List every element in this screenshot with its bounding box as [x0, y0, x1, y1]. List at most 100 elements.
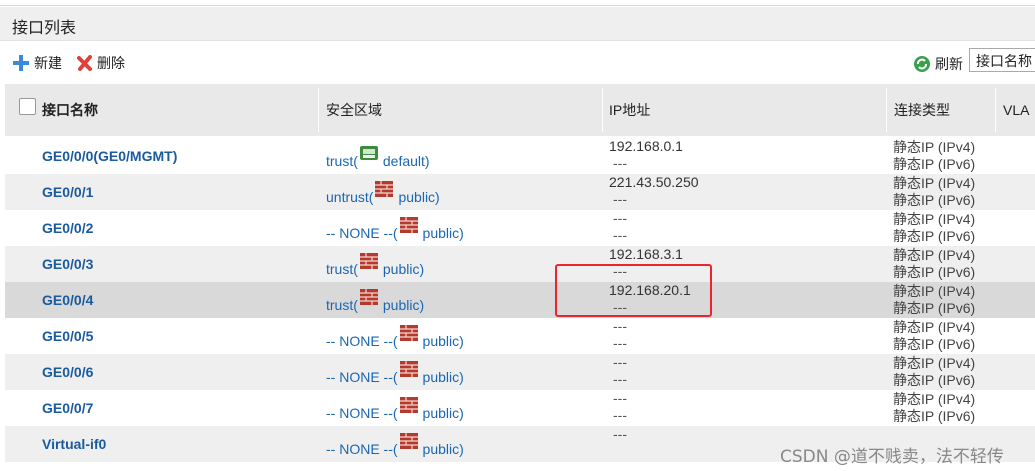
interface-name-link[interactable]: Virtual-if0 — [42, 426, 106, 462]
connection-type-cell: 静态IP (IPv4) 静态IP (IPv6) — [893, 211, 975, 245]
select-all-checkbox[interactable] — [19, 98, 36, 115]
connection-type-cell: 静态IP (IPv4) 静态IP (IPv6) — [893, 355, 975, 389]
zone-name: public) — [382, 261, 425, 277]
ipv4-value: --- — [613, 210, 627, 226]
firewall-icon — [398, 397, 420, 421]
zone-name: public) — [398, 189, 440, 205]
ipv4-value: --- — [613, 354, 627, 370]
table-row[interactable]: GE0/0/5 -- NONE --( public) --- --- 静态IP (IPv… — [5, 318, 1035, 354]
ipv6-value: --- — [613, 371, 627, 387]
ipv6-connection-type: 静态IP (IPv6) — [893, 336, 976, 352]
zone-name: public) — [422, 441, 464, 457]
highlight-annotation-box — [555, 264, 712, 317]
ip-address-cell: --- --- — [609, 354, 627, 388]
zone-name: public) — [422, 333, 464, 349]
interface-name-link[interactable]: GE0/0/6 — [42, 354, 93, 390]
zone-name: public) — [422, 369, 464, 385]
col-vlan[interactable]: VLA — [1003, 84, 1029, 136]
zone-name: public) — [422, 225, 464, 241]
table-row[interactable]: GE0/0/1 untrust( public) 221.43.50.250 --- 静态… — [5, 174, 1035, 210]
col-connection-type[interactable]: 连接类型 — [894, 84, 950, 136]
ipv6-value: --- — [613, 227, 627, 243]
delete-icon — [77, 55, 92, 71]
security-zone-link[interactable]: -- NONE --( public) — [326, 361, 464, 385]
ip-address-cell: --- --- — [609, 210, 627, 244]
ipv4-connection-type: 静态IP (IPv4) — [893, 247, 976, 263]
ipv4-connection-type: 静态IP (IPv4) — [893, 211, 976, 227]
refresh-button[interactable]: 刷新 — [913, 54, 963, 74]
connection-type-cell: 静态IP (IPv4) 静态IP (IPv6) — [893, 247, 975, 281]
ipv4-connection-type: 静态IP (IPv4) — [893, 175, 976, 191]
connection-type-cell: 静态IP (IPv4) 静态IP (IPv6) — [893, 391, 975, 425]
delete-button[interactable]: 删除 — [77, 53, 125, 73]
security-zone-link[interactable]: -- NONE --( public) — [326, 433, 464, 457]
firewall-icon — [398, 325, 420, 349]
ipv4-value: --- — [613, 390, 627, 406]
col-ip-address[interactable]: IP地址 — [609, 84, 650, 136]
connection-type-cell: 静态IP (IPv4) 静态IP (IPv6) — [893, 139, 975, 173]
security-zone-link[interactable]: trust( public) — [326, 253, 425, 277]
table-row[interactable]: GE0/0/2 -- NONE --( public) --- --- 静态IP (IPv… — [5, 210, 1035, 246]
zone-name: public) — [422, 405, 464, 421]
table-row[interactable]: GE0/0/3 trust(public) 192.168.3.1 --- 静态IP (… — [5, 246, 1035, 282]
interface-name-search-input[interactable]: 接口名称 — [969, 48, 1035, 72]
new-button[interactable]: 新建 — [12, 53, 62, 73]
security-zone-link[interactable]: untrust( public) — [326, 181, 440, 205]
interface-name-link[interactable]: GE0/0/2 — [42, 210, 93, 246]
zone-prefix: -- NONE --( — [326, 441, 398, 457]
table-row[interactable]: GE0/0/4 trust(public) 192.168.20.1 --- 静态IP … — [5, 282, 1035, 318]
ipv4-connection-type: 静态IP (IPv4) — [893, 283, 976, 299]
ip-address-cell: --- --- — [609, 390, 627, 424]
firewall-icon — [398, 433, 420, 457]
security-zone-link[interactable]: trust(default) — [326, 146, 430, 169]
zone-prefix: -- NONE --( — [326, 333, 398, 349]
ipv6-connection-type: 静态IP (IPv6) — [893, 156, 976, 172]
table-row[interactable]: GE0/0/0(GE0/MGMT) trust(default) 192.168.0… — [5, 138, 1035, 174]
interface-name-link[interactable]: GE0/0/7 — [42, 390, 93, 426]
ip-address-cell: 192.168.0.1 --- — [609, 138, 683, 172]
security-zone-link[interactable]: -- NONE --( public) — [326, 325, 464, 349]
ipv6-connection-type: 静态IP (IPv6) — [893, 192, 976, 208]
ipv4-value: 192.168.0.1 — [609, 138, 683, 154]
table-row[interactable]: GE0/0/6 -- NONE --( public) --- --- 静态IP (IPv… — [5, 354, 1035, 390]
col-security-zone[interactable]: 安全区域 — [326, 84, 382, 136]
security-zone-link[interactable]: -- NONE --(public) — [326, 397, 464, 421]
interface-name-link[interactable]: GE0/0/1 — [42, 174, 93, 210]
ipv6-value: --- — [613, 407, 627, 423]
interface-name-link[interactable]: GE0/0/3 — [42, 246, 93, 282]
col-interface-name[interactable]: 接口名称 — [42, 84, 98, 136]
ipv4-connection-type: 静态IP (IPv4) — [893, 319, 976, 335]
ipv6-connection-type: 静态IP (IPv6) — [893, 372, 976, 388]
ipv6-value: --- — [613, 155, 627, 171]
zone-prefix: untrust( — [326, 189, 374, 205]
table-row[interactable]: GE0/0/7 -- NONE --(public) --- --- 静态IP (IPv… — [5, 390, 1035, 426]
zone-prefix: trust( — [326, 153, 358, 169]
security-zone-link[interactable]: -- NONE --( public) — [326, 217, 464, 241]
ipv6-connection-type: 静态IP (IPv6) — [893, 408, 976, 424]
zone-name: public) — [382, 297, 425, 313]
interface-name-link[interactable]: GE0/0/0(GE0/MGMT) — [42, 138, 177, 174]
connection-type-cell: 静态IP (IPv4) 静态IP (IPv6) — [893, 175, 975, 209]
zone-prefix: -- NONE --( — [326, 369, 398, 385]
refresh-icon — [914, 56, 930, 72]
toolbar: 新建 删除 刷新 — [0, 41, 1035, 83]
refresh-button-label: 刷新 — [935, 56, 963, 72]
ipv4-value: 221.43.50.250 — [609, 174, 699, 190]
security-zone-link[interactable]: trust(public) — [326, 289, 425, 313]
zone-prefix: -- NONE --( — [326, 225, 398, 241]
ipv4-connection-type: 静态IP (IPv4) — [893, 355, 976, 371]
interface-name-link[interactable]: GE0/0/4 — [42, 282, 93, 318]
ipv4-value: --- — [613, 318, 627, 334]
ip-address-cell: --- --- — [609, 318, 627, 352]
ipv6-connection-type: 静态IP (IPv6) — [893, 264, 976, 280]
interface-name-link[interactable]: GE0/0/5 — [42, 318, 93, 354]
firewall-icon — [358, 253, 380, 277]
ipv4-connection-type: 静态IP (IPv4) — [893, 391, 976, 407]
col-divider — [318, 88, 319, 132]
zone-prefix: trust( — [326, 261, 358, 277]
panel-header: 接口列表 — [0, 7, 1035, 41]
firewall-icon — [398, 361, 420, 385]
ipv6-value: --- — [613, 191, 627, 207]
ipv4-value: --- — [613, 426, 627, 442]
router-icon — [358, 146, 380, 169]
